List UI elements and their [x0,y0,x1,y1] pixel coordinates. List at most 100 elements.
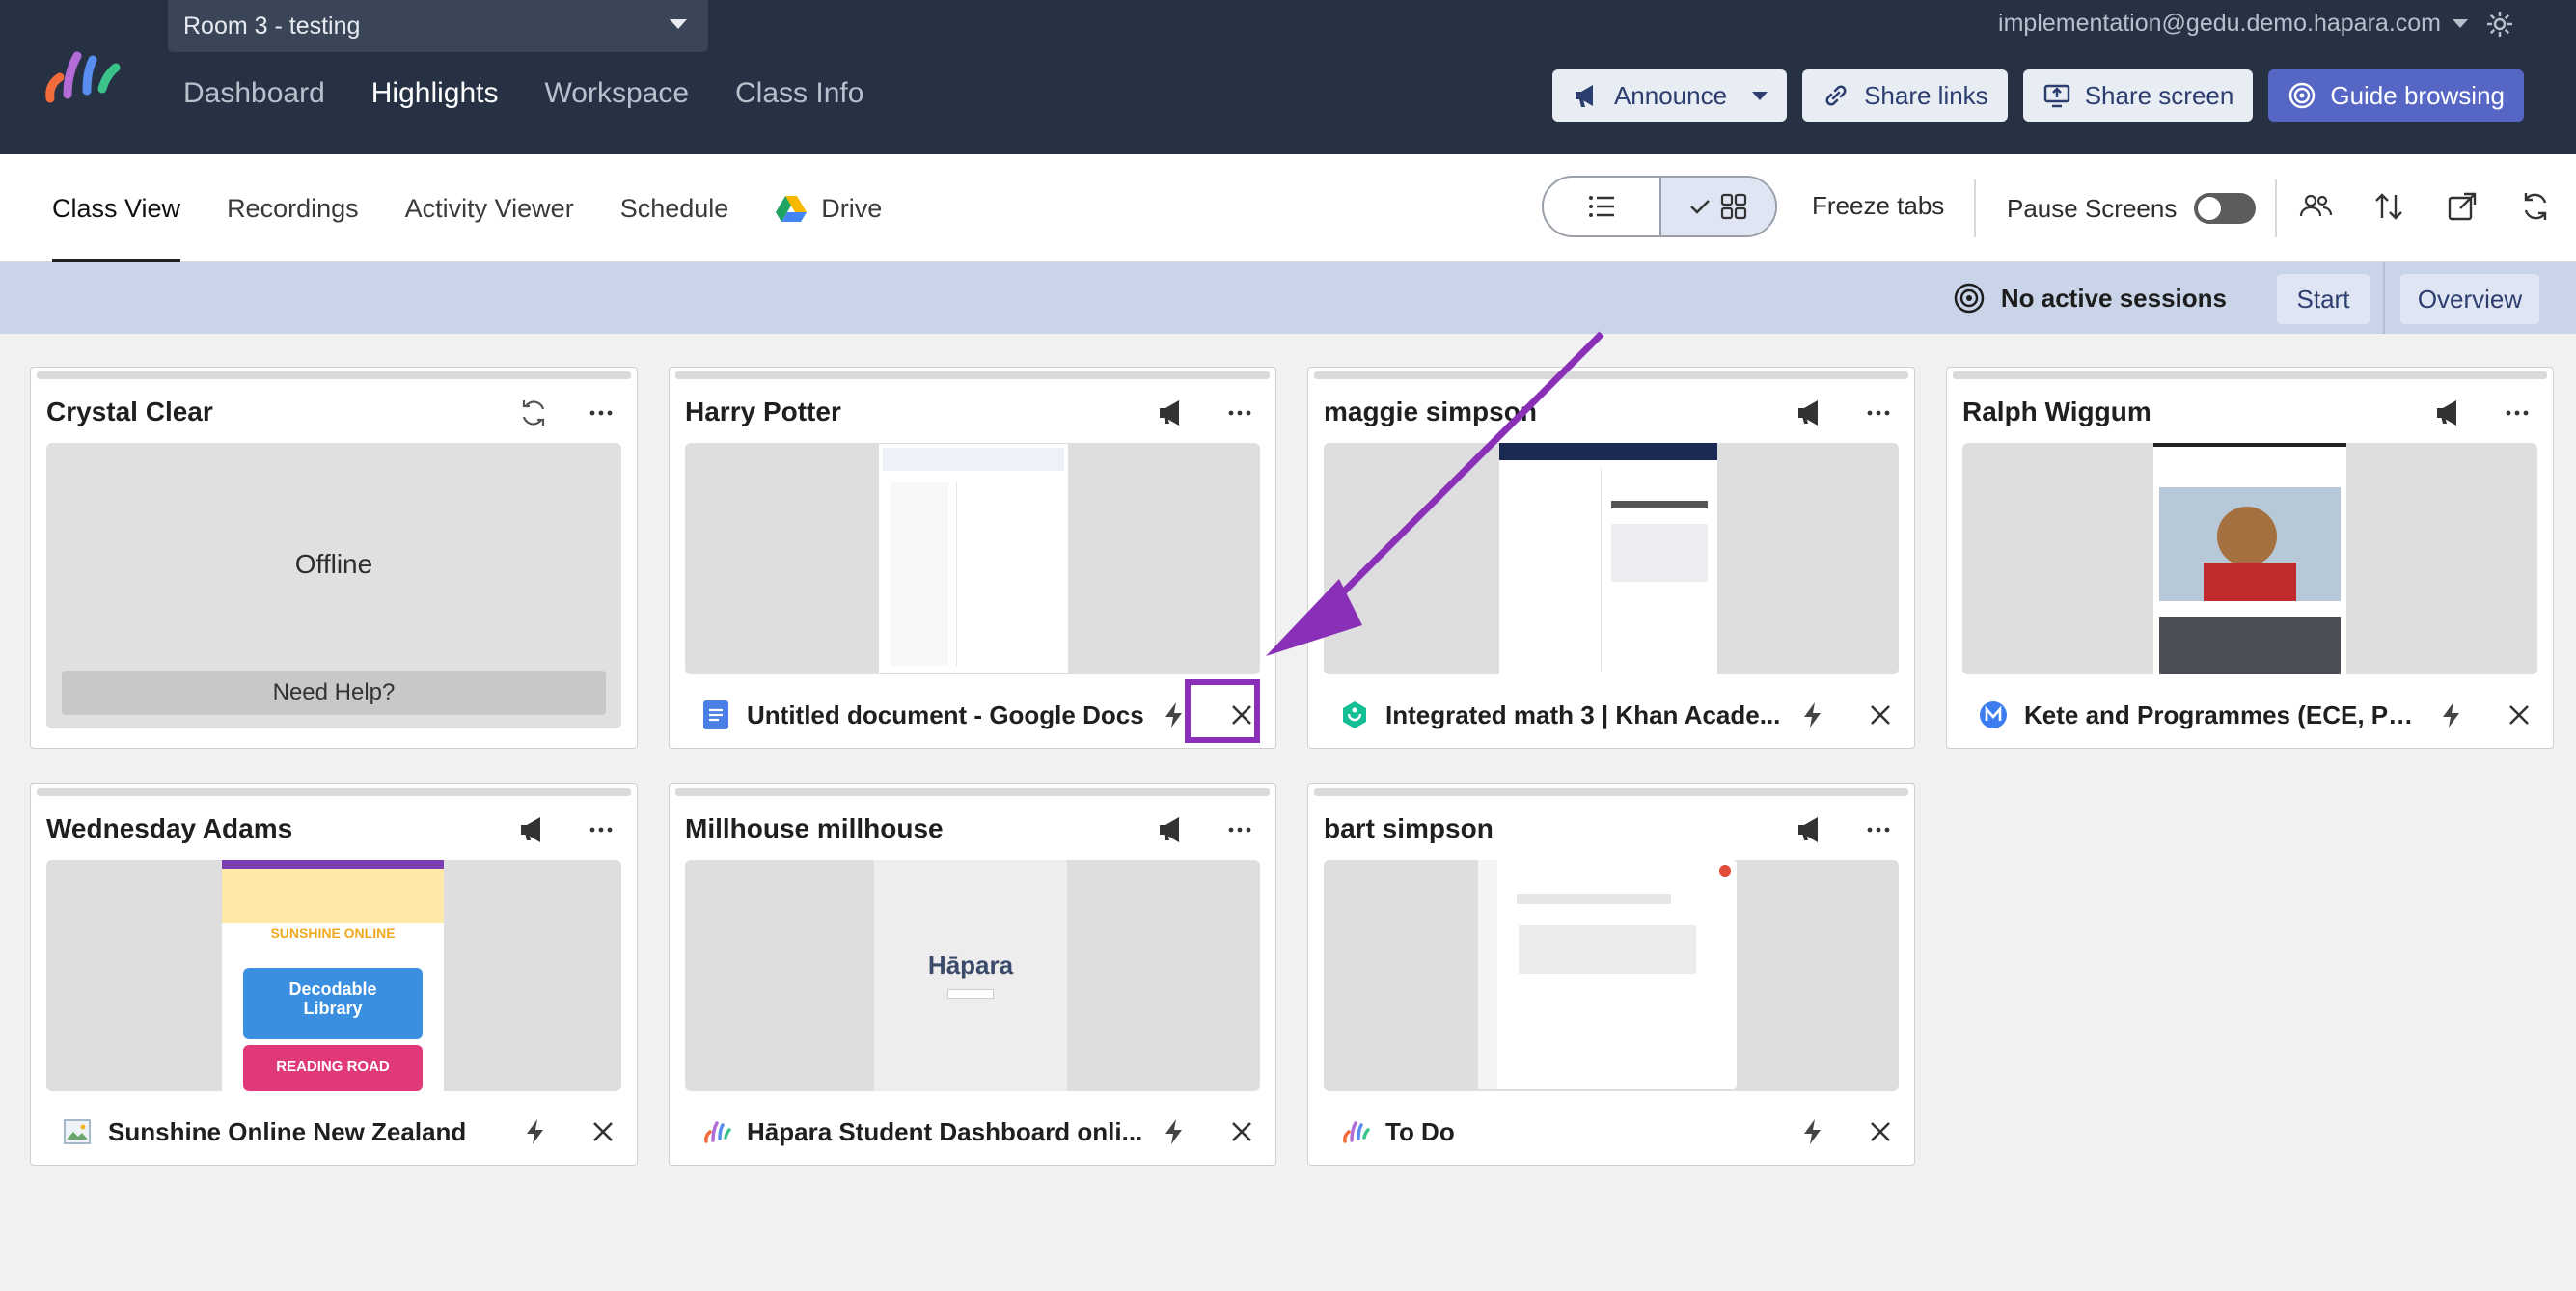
more-options-icon[interactable] [2501,397,2534,429]
tab-title[interactable]: Untitled document - Google Docs [747,700,1144,730]
student-card[interactable]: Crystal Clear Offline Need Help? [30,367,638,749]
share-links-button[interactable]: Share links [1802,69,2008,122]
kete-photo-face [2217,507,2277,566]
room-selector[interactable]: Room 3 - testing [168,0,708,52]
tab-activity-viewer[interactable]: Activity Viewer [405,154,574,262]
screen-thumbnail[interactable] [1962,443,2537,674]
need-help-label: Need Help? [272,679,396,705]
student-card[interactable]: Ralph Wiggum Kete and Programmes (ECE, P… [1946,367,2554,749]
check-icon [1690,200,1710,214]
khan-header [1499,443,1717,460]
active-tab-row: Kete and Programmes (ECE, Pri... [1978,686,2534,744]
megaphone-icon[interactable] [1795,397,1827,429]
refresh-icon[interactable] [2518,189,2553,224]
user-menu[interactable]: implementation@gedu.demo.hapara.com [1998,10,2468,38]
tab-recordings[interactable]: Recordings [227,154,359,262]
tab-label: Activity Viewer [404,193,574,223]
docs-toolbar [883,448,1064,471]
tab-title[interactable]: Sunshine Online New Zealand [108,1117,506,1147]
student-card[interactable]: Millhouse millhouse Hāpara Hāpara Studen… [669,783,1276,1166]
screen-thumbnail[interactable] [685,443,1260,674]
divider [2383,262,2385,334]
google-drive-icon [776,196,808,222]
megaphone-icon[interactable] [2433,397,2466,429]
hapara-dashboard-preview: Hāpara [874,860,1067,1091]
announce-button[interactable]: Announce [1551,69,1788,122]
open-external-icon[interactable] [2445,189,2480,224]
student-name: Harry Potter [685,397,841,426]
users-icon[interactable] [2298,189,2333,224]
student-card[interactable]: bart simpson To Do [1307,783,1915,1166]
nav-highlights[interactable]: Highlights [371,77,499,110]
refresh-icon[interactable] [517,397,550,429]
more-options-icon[interactable] [1223,813,1256,846]
guide-browsing-button[interactable]: Guide browsing [2268,69,2524,122]
tab-title[interactable]: Hāpara Student Dashboard onli... [747,1117,1144,1147]
tab-schedule[interactable]: Schedule [620,154,729,262]
nav-workspace[interactable]: Workspace [545,77,690,110]
more-options-icon[interactable] [585,397,617,429]
more-options-icon[interactable] [1862,813,1895,846]
link-icon [1825,85,1847,106]
lightning-icon[interactable] [521,1117,550,1146]
khan-text [1611,524,1708,582]
todo-preview [1478,860,1737,1089]
close-icon[interactable] [1866,700,1895,729]
close-icon[interactable] [1866,1117,1895,1146]
overview-button[interactable]: Overview [2400,274,2539,324]
share-screen-button[interactable]: Share screen [2022,69,2254,122]
active-tab-row: Sunshine Online New Zealand [62,1103,617,1161]
more-options-icon[interactable] [1862,397,1895,429]
tab-title[interactable]: To Do [1385,1117,1783,1147]
megaphone-icon[interactable] [1156,397,1189,429]
student-card[interactable]: maggie simpson Integrated math 3 | Khan … [1307,367,1915,749]
close-icon[interactable] [2505,700,2534,729]
tab-title[interactable]: Integrated math 3 | Khan Acade... [1385,700,1783,730]
main-nav: Dashboard Highlights Workspace Class Inf… [183,77,863,110]
nav-dashboard[interactable]: Dashboard [183,77,325,110]
hapara-logo[interactable] [42,50,125,104]
lightning-icon[interactable] [1160,1117,1189,1146]
tab-title[interactable]: Kete and Programmes (ECE, Pri... [2024,700,2422,730]
header-actions: Announce Share links Share screen Guide … [1551,69,2524,122]
screen-thumbnail[interactable] [1324,443,1899,674]
lightning-icon[interactable] [1798,1117,1827,1146]
pause-screens-toggle[interactable] [2194,193,2257,224]
lightning-icon[interactable] [1798,700,1827,729]
list-view-button[interactable] [1544,178,1659,235]
screen-thumbnail[interactable]: SUNSHINE ONLINE Decodable Library READIN… [46,860,621,1091]
tab-label: Recordings [227,193,359,223]
notification-dot [1719,865,1731,877]
screen-thumbnail[interactable] [1324,860,1899,1091]
grid-view-button[interactable] [1659,178,1775,235]
tab-drive[interactable]: Drive [775,154,882,262]
hapara-wordmark: Hāpara [927,950,1014,979]
freeze-tabs-button[interactable]: Freeze tabs [1812,191,1944,221]
lightning-icon[interactable] [2437,700,2466,729]
close-icon[interactable] [1227,1117,1256,1146]
sort-icon[interactable] [2371,189,2406,224]
student-name: maggie simpson [1324,397,1537,426]
card-actions [517,397,617,429]
nav-class-info[interactable]: Class Info [735,77,863,110]
session-status-text: No active sessions [2000,283,2227,313]
more-options-icon[interactable] [585,813,617,846]
gear-icon[interactable] [2485,10,2514,39]
start-session-button[interactable]: Start [2277,274,2370,324]
top-bar: Room 3 - testing Dashboard Highlights Wo… [0,0,2576,154]
need-help-button[interactable]: Need Help? [62,671,606,715]
megaphone-icon[interactable] [1795,813,1827,846]
student-card[interactable]: Wednesday Adams SUNSHINE ONLINE Decodabl… [30,783,638,1166]
megaphone-icon[interactable] [517,813,550,846]
megaphone-icon[interactable] [1156,813,1189,846]
image-icon [64,1119,91,1144]
kete-photo [2159,487,2341,601]
guide-browsing-label: Guide browsing [2330,80,2505,110]
more-options-icon[interactable] [1223,397,1256,429]
close-icon[interactable] [589,1117,617,1146]
active-tab-row: Hāpara Student Dashboard onli... [700,1103,1256,1161]
screen-thumbnail[interactable]: Hāpara [685,860,1260,1091]
tab-class-view[interactable]: Class View [52,154,181,262]
share-links-label: Share links [1864,80,1988,110]
khan-academy-preview [1499,443,1717,674]
